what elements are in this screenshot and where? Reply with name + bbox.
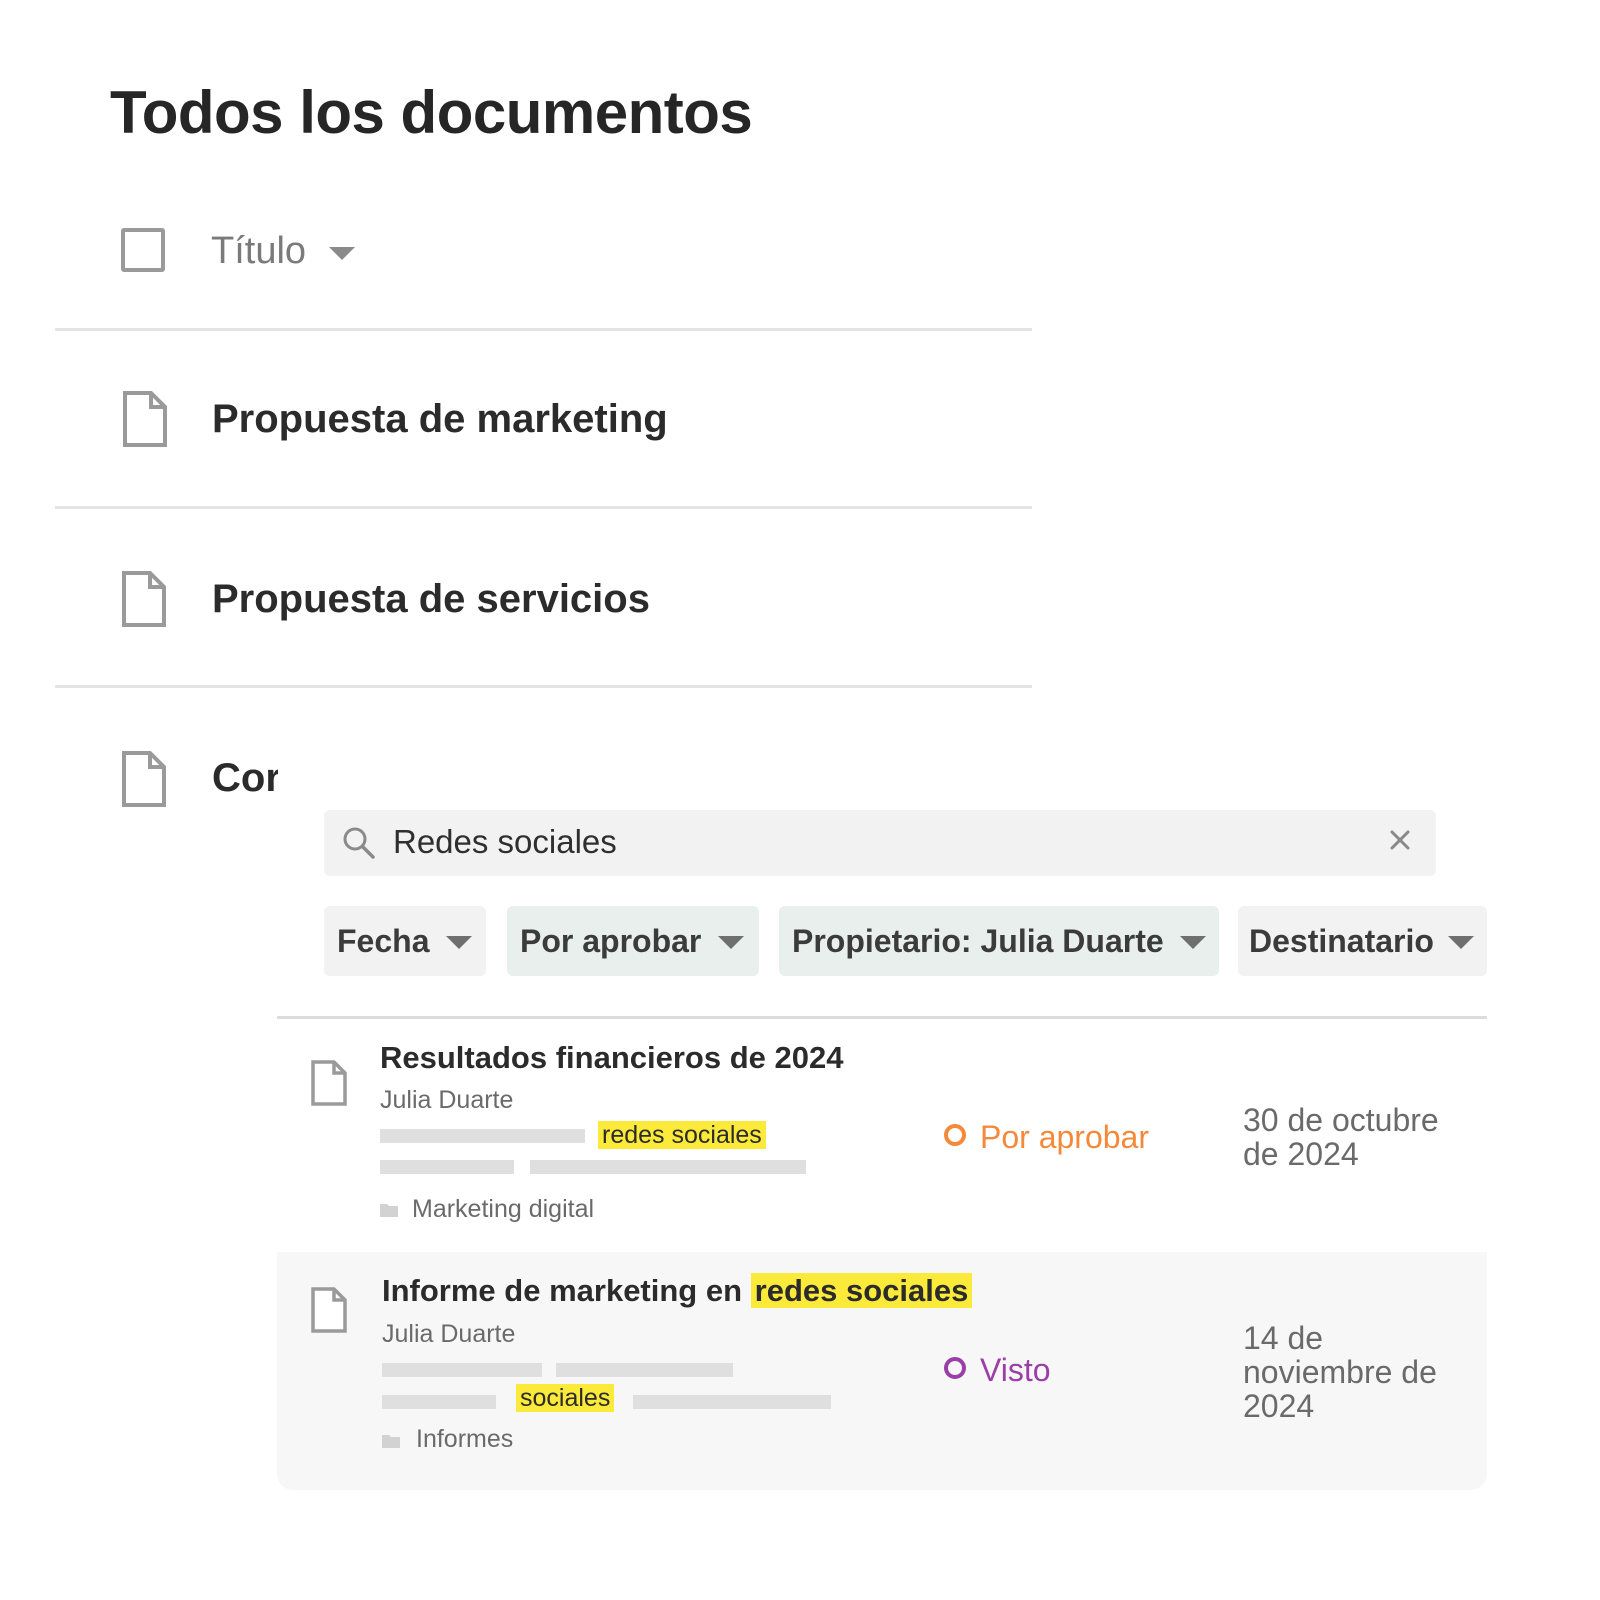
snippet-placeholder (380, 1129, 585, 1143)
filter-owner[interactable]: Propietario: Julia Duarte (779, 906, 1219, 976)
folder-icon (382, 1435, 400, 1448)
divider (55, 506, 1032, 509)
filter-date[interactable]: Fecha (324, 906, 486, 976)
search-highlight: redes sociales (598, 1121, 766, 1149)
document-title[interactable]: Propuesta de marketing (212, 397, 668, 442)
result-owner: Julia Duarte (382, 1320, 516, 1348)
search-highlight: sociales (516, 1384, 615, 1412)
result-folder[interactable]: Informes (416, 1425, 513, 1454)
select-all-checkbox[interactable] (121, 228, 165, 272)
document-title: Cor (212, 756, 278, 800)
result-date: 14 de noviembre de 2024 (1243, 1320, 1437, 1424)
snippet-placeholder (380, 1160, 514, 1174)
document-icon (311, 1287, 347, 1333)
page-title: Todos los documentos (110, 79, 753, 146)
snippet-placeholder (556, 1363, 733, 1377)
divider (55, 685, 1032, 688)
document-title-clipped[interactable]: Cor (212, 756, 278, 816)
filter-label: Destinatario (1249, 922, 1434, 959)
filter-label: Fecha (337, 922, 430, 959)
document-icon (122, 571, 166, 627)
document-title[interactable]: Propuesta de servicios (212, 577, 650, 622)
result-date: 30 de octubre de 2024 (1243, 1102, 1439, 1172)
search-icon (343, 827, 375, 859)
result-status: Visto (980, 1352, 1051, 1388)
results-divider (277, 1016, 1487, 1019)
chevron-down-icon (718, 936, 744, 949)
document-icon (311, 1060, 347, 1106)
divider (55, 328, 1032, 331)
chevron-down-icon (1180, 936, 1206, 949)
snippet-placeholder (530, 1160, 806, 1174)
result-title-text: Informe de marketing en (382, 1273, 743, 1308)
status-dot-icon (944, 1357, 966, 1379)
status-dot-icon (944, 1124, 966, 1146)
snippet-match: redes sociales (598, 1121, 766, 1150)
filter-status[interactable]: Por aprobar (507, 906, 759, 976)
chevron-down-icon (446, 936, 472, 949)
filter-recipient[interactable]: Destinatario (1238, 906, 1487, 976)
search-highlight: redes sociales (750, 1273, 973, 1308)
close-icon[interactable] (1389, 829, 1411, 851)
sort-caret-icon[interactable] (329, 247, 355, 260)
search-input[interactable]: Redes sociales (393, 823, 617, 861)
title-column-header[interactable]: Título (211, 230, 306, 273)
snippet-match: sociales (516, 1384, 615, 1413)
chevron-down-icon (1448, 936, 1474, 949)
snippet-placeholder (633, 1395, 831, 1409)
snippet-placeholder (382, 1363, 542, 1377)
result-owner: Julia Duarte (380, 1086, 514, 1114)
folder-icon (380, 1204, 398, 1217)
filter-label: Propietario: Julia Duarte (792, 922, 1164, 959)
result-title[interactable]: Informe de marketing en redes sociales (382, 1273, 973, 1309)
document-icon (122, 751, 166, 807)
result-folder[interactable]: Marketing digital (412, 1195, 594, 1224)
document-icon (123, 391, 167, 447)
snippet-placeholder (382, 1395, 496, 1409)
result-status: Por aprobar (980, 1119, 1149, 1155)
filter-label: Por aprobar (520, 922, 702, 959)
result-title[interactable]: Resultados financieros de 2024 (380, 1040, 843, 1076)
